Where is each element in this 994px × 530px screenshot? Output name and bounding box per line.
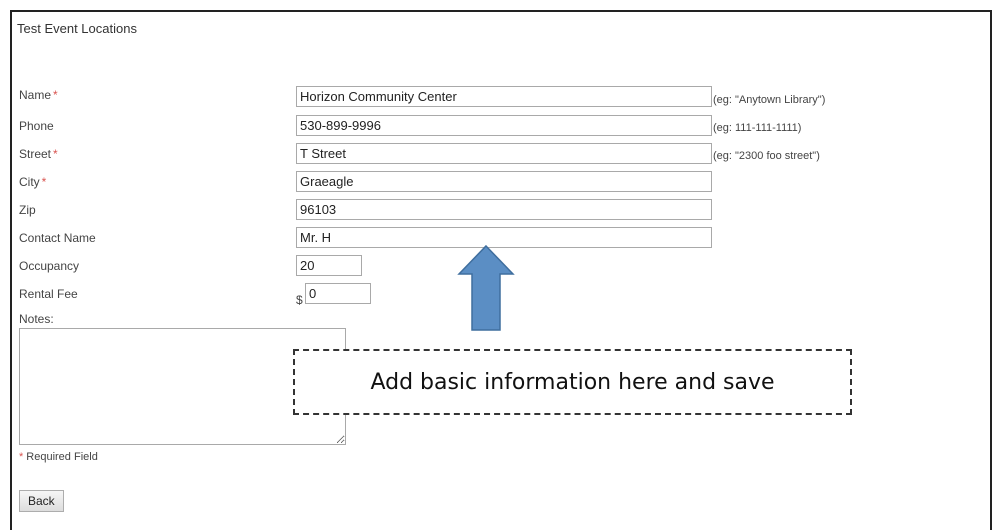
- back-button[interactable]: Back: [19, 490, 64, 512]
- required-marker: *: [53, 147, 58, 161]
- city-input[interactable]: [296, 171, 712, 192]
- rental-fee-input[interactable]: [305, 283, 371, 304]
- required-marker: *: [41, 175, 47, 189]
- rental-fee-label: Rental Fee: [19, 287, 78, 301]
- city-label-text: City: [19, 175, 40, 189]
- street-label-text: Street: [19, 147, 52, 161]
- contact-name-label: Contact Name: [19, 231, 96, 245]
- occupancy-input[interactable]: [296, 255, 362, 276]
- street-label: Street *: [19, 147, 58, 161]
- currency-symbol: $: [296, 293, 303, 307]
- name-label-text: Name: [19, 88, 52, 102]
- phone-label: Phone: [19, 119, 54, 133]
- up-arrow-icon: [457, 244, 515, 331]
- notes-label: Notes:: [19, 312, 54, 326]
- occupancy-label: Occupancy: [19, 259, 80, 273]
- name-hint: (eg: "Anytown Library"): [713, 94, 826, 106]
- name-input[interactable]: [296, 86, 712, 107]
- required-field-text: Required Field: [26, 451, 98, 463]
- annotation-callout: Add basic information here and save: [293, 349, 852, 415]
- zip-input[interactable]: [296, 199, 712, 220]
- street-hint: (eg: "2300 foo street"): [713, 150, 820, 162]
- required-marker: *: [53, 88, 58, 102]
- phone-input[interactable]: [296, 115, 712, 136]
- required-field-note: * Required Field: [19, 451, 98, 463]
- page-title: Test Event Locations: [17, 21, 137, 36]
- name-label: Name *: [19, 88, 58, 102]
- phone-hint: (eg: 111-111-1111): [713, 122, 802, 134]
- zip-label: Zip: [19, 203, 36, 217]
- street-input[interactable]: [296, 143, 712, 164]
- city-label: City *: [19, 175, 46, 189]
- required-marker: *: [19, 451, 24, 463]
